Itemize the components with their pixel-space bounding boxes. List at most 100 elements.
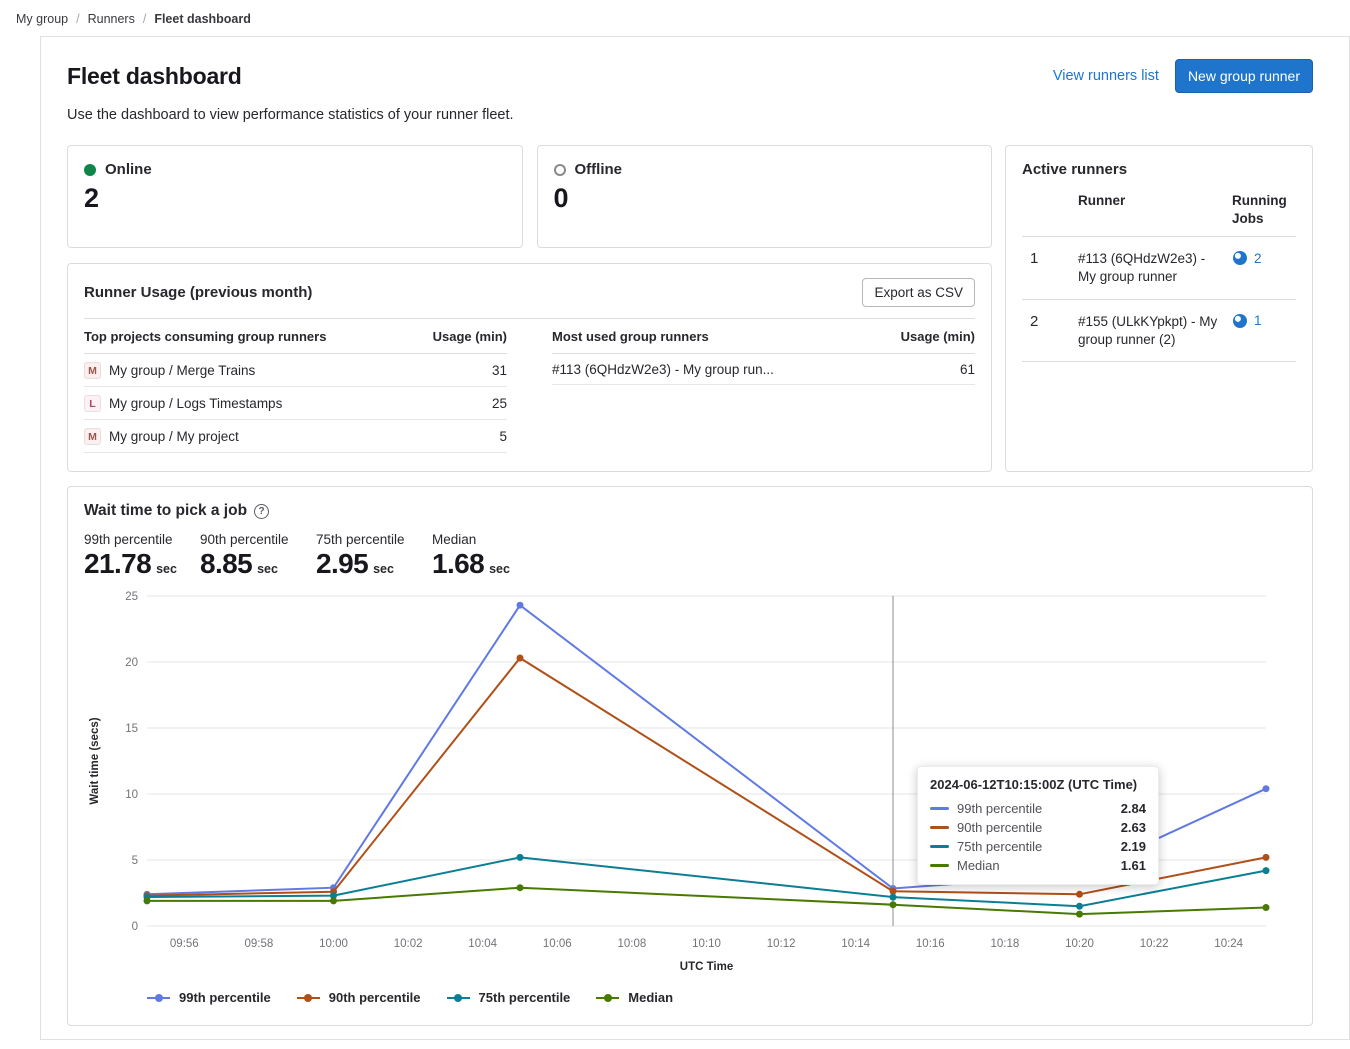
svg-text:10:06: 10:06 <box>543 938 572 950</box>
runner-usage-title: Runner Usage (previous month) <box>84 284 312 301</box>
project-name: My group / Merge Trains <box>109 363 255 378</box>
svg-text:10:12: 10:12 <box>767 938 796 950</box>
runner-link[interactable]: #113 (6QHdzW2e3) - My group runner <box>1078 250 1222 286</box>
content-frame: Fleet dashboard View runners list New gr… <box>40 36 1350 1040</box>
runner-rank: 2 <box>1022 313 1068 330</box>
running-jobs-cell[interactable]: 2 <box>1232 250 1296 266</box>
table-row: L My group / Logs Timestamps 25 <box>84 387 507 420</box>
offline-label: Offline <box>575 161 623 178</box>
runner-name: #113 (6QHdzW2e3) - My group run... <box>552 362 774 377</box>
chart-legend: 99th percentile 90th percentile 75th per… <box>147 990 1296 1005</box>
svg-text:10:22: 10:22 <box>1140 938 1169 950</box>
series-marker <box>930 826 949 829</box>
stat-value: 8.85 <box>200 548 252 580</box>
page-description: Use the dashboard to view performance st… <box>67 107 1313 123</box>
active-runners-card: Active runners Runner Running Jobs 1 #11… <box>1005 145 1313 472</box>
project-usage-minutes: 25 <box>492 396 507 411</box>
svg-text:10:24: 10:24 <box>1214 938 1243 950</box>
breadcrumb: My group / Runners / Fleet dashboard <box>0 0 1350 36</box>
tooltip-row: 99th percentile 2.84 <box>930 799 1146 818</box>
runner-usage-card: Runner Usage (previous month) Export as … <box>67 263 992 472</box>
svg-text:10:20: 10:20 <box>1065 938 1094 950</box>
project-usage-minutes: 31 <box>492 363 507 378</box>
svg-text:10: 10 <box>125 789 138 801</box>
series-marker <box>930 864 949 867</box>
table-row: M My group / Merge Trains 31 <box>84 354 507 387</box>
breadcrumb-separator: / <box>76 12 79 26</box>
table-row: #113 (6QHdzW2e3) - My group run... 61 <box>552 354 975 385</box>
running-jobs-column-header: Running Jobs <box>1232 192 1296 227</box>
stat-unit: sec <box>257 562 278 576</box>
project-avatar: M <box>84 362 101 379</box>
legend-item-99th[interactable]: 99th percentile <box>147 990 271 1005</box>
svg-text:20: 20 <box>125 657 138 669</box>
svg-text:10:14: 10:14 <box>841 938 870 950</box>
tooltip-title: 2024-06-12T10:15:00Z (UTC Time) <box>930 777 1146 792</box>
page-header: Fleet dashboard View runners list New gr… <box>67 59 1313 93</box>
stat-unit: sec <box>156 562 177 576</box>
series-marker <box>297 997 320 999</box>
export-csv-button[interactable]: Export as CSV <box>862 278 975 307</box>
svg-text:10:02: 10:02 <box>394 938 423 950</box>
offline-count: 0 <box>554 183 976 214</box>
offline-runners-card: Offline 0 <box>537 145 993 248</box>
online-label: Online <box>105 161 152 178</box>
runner-usage-minutes: 61 <box>960 362 975 377</box>
stat-median: Median 1.68 sec <box>432 532 531 580</box>
svg-text:10:08: 10:08 <box>618 938 647 950</box>
legend-item-90th[interactable]: 90th percentile <box>297 990 421 1005</box>
new-group-runner-button[interactable]: New group runner <box>1175 59 1313 93</box>
stat-value: 2.95 <box>316 548 368 580</box>
stat-75th-percentile: 75th percentile 2.95 sec <box>316 532 415 580</box>
running-status-icon <box>1232 250 1248 266</box>
top-projects-table: Top projects consuming group runners Usa… <box>84 319 507 453</box>
svg-text:UTC Time: UTC Time <box>680 961 733 973</box>
page-title: Fleet dashboard <box>67 63 242 90</box>
running-jobs-count: 1 <box>1254 313 1262 328</box>
active-runners-header: Runner Running Jobs <box>1022 192 1296 237</box>
project-name: My group / My project <box>109 429 239 444</box>
series-marker <box>147 997 170 999</box>
chart-tooltip: 2024-06-12T10:15:00Z (UTC Time) 99th per… <box>917 766 1159 885</box>
view-runners-list-link[interactable]: View runners list <box>1053 68 1159 84</box>
usage-min-header: Usage (min) <box>901 329 975 344</box>
breadcrumb-my-group[interactable]: My group <box>16 12 68 26</box>
online-runners-card: Online 2 <box>67 145 523 248</box>
help-icon[interactable]: ? <box>254 504 269 519</box>
legend-item-median[interactable]: Median <box>596 990 673 1005</box>
stat-value: 21.78 <box>84 548 151 580</box>
series-marker <box>930 807 949 810</box>
svg-text:10:18: 10:18 <box>991 938 1020 950</box>
series-marker <box>930 845 949 848</box>
stat-unit: sec <box>489 562 510 576</box>
stat-99th-percentile: 99th percentile 21.78 sec <box>84 532 183 580</box>
series-marker <box>596 997 619 999</box>
breadcrumb-runners[interactable]: Runners <box>88 12 135 26</box>
most-used-runners-table: Most used group runners Usage (min) #113… <box>552 319 975 453</box>
legend-item-75th[interactable]: 75th percentile <box>447 990 571 1005</box>
active-runner-row: 2 #155 (ULkKYpkpt) - My group runner (2)… <box>1022 300 1296 363</box>
runner-link[interactable]: #155 (ULkKYpkpt) - My group runner (2) <box>1078 313 1222 349</box>
runner-rank: 1 <box>1022 250 1068 267</box>
tooltip-row: Median 1.61 <box>930 856 1146 875</box>
wait-time-chart[interactable]: 051015202509:5609:5810:0010:0210:0410:06… <box>84 588 1296 988</box>
most-used-runners-header: Most used group runners <box>552 329 709 344</box>
table-row: M My group / My project 5 <box>84 420 507 453</box>
svg-text:25: 25 <box>125 591 138 603</box>
project-avatar: M <box>84 428 101 445</box>
header-actions: View runners list New group runner <box>1053 59 1313 93</box>
active-runner-row: 1 #113 (6QHdzW2e3) - My group runner 2 <box>1022 237 1296 300</box>
breadcrumb-separator: / <box>143 12 146 26</box>
runner-column-header: Runner <box>1078 192 1222 227</box>
running-jobs-count: 2 <box>1254 251 1262 266</box>
breadcrumb-fleet-dashboard: Fleet dashboard <box>154 12 251 26</box>
wait-time-stats: 99th percentile 21.78 sec 90th percentil… <box>84 532 1296 580</box>
svg-text:10:16: 10:16 <box>916 938 945 950</box>
svg-text:10:10: 10:10 <box>692 938 721 950</box>
running-jobs-cell[interactable]: 1 <box>1232 313 1296 329</box>
svg-text:10:04: 10:04 <box>468 938 497 950</box>
stat-90th-percentile: 90th percentile 8.85 sec <box>200 532 299 580</box>
top-projects-header: Top projects consuming group runners <box>84 329 326 344</box>
tooltip-row: 75th percentile 2.19 <box>930 837 1146 856</box>
project-avatar: L <box>84 395 101 412</box>
